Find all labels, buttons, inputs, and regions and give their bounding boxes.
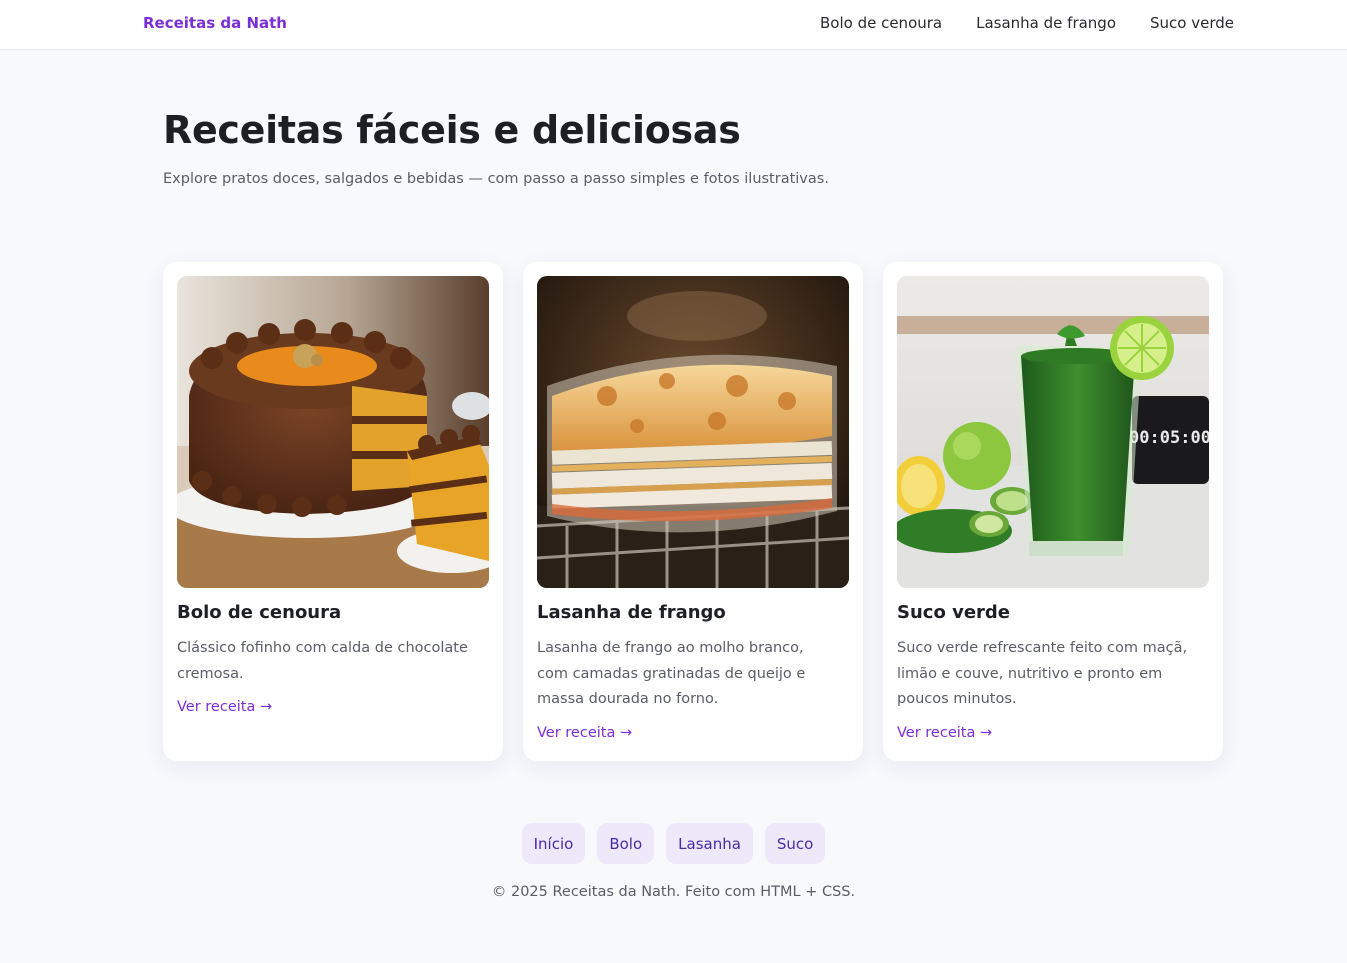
recipe-description: Lasanha de frango ao molho branco, com c… — [537, 640, 806, 707]
nav-link-lasanha[interactable]: Lasanha de frango — [976, 14, 1116, 32]
recipe-card-suco: 00:05:00 Suco verde Suco verde refrescan… — [883, 262, 1223, 761]
ver-receita-link-bolo[interactable]: Ver receita → — [177, 699, 272, 715]
ver-receita-link-suco[interactable]: Ver receita → — [897, 725, 992, 741]
footer-pill-suco[interactable]: Suco — [764, 823, 826, 864]
recipe-card-lasanha: Lasanha de frango Lasanha de frango ao m… — [523, 262, 863, 761]
recipe-description: Clássico fofinho com calda de chocolate … — [177, 640, 468, 682]
brand-logo-link[interactable]: Receitas da Nath — [143, 14, 287, 32]
footer-nav: Início Bolo Lasanha Suco — [0, 823, 1347, 864]
carrot-cake-image — [177, 276, 489, 588]
timer-display-text: 00:05:00 — [1129, 428, 1209, 448]
chicken-lasagna-photo[interactable] — [537, 276, 849, 588]
footer-pill-inicio[interactable]: Início — [521, 823, 586, 864]
green-juice-image: 00:05:00 — [897, 276, 1209, 588]
footer-pill-lasanha[interactable]: Lasanha — [666, 823, 753, 864]
carrot-cake-photo[interactable] — [177, 276, 489, 588]
ver-receita-link-lasanha[interactable]: Ver receita → — [537, 725, 632, 741]
page-subtitle: Explore pratos doces, salgados e bebidas… — [163, 171, 829, 187]
page-title: Receitas fáceis e deliciosas — [163, 108, 741, 152]
chicken-lasagna-image — [537, 276, 849, 588]
footer-pill-bolo[interactable]: Bolo — [597, 823, 655, 864]
main-nav: Bolo de cenoura Lasanha de frango Suco v… — [820, 14, 1234, 32]
recipe-description: Suco verde refrescante feito com maçã, l… — [897, 640, 1188, 707]
top-navbar: Receitas da Nath Bolo de cenoura Lasanha… — [0, 0, 1347, 50]
copyright-text: © 2025 Receitas da Nath. Feito com HTML … — [491, 884, 856, 900]
nav-link-suco[interactable]: Suco verde — [1150, 14, 1234, 32]
recipe-title: Lasanha de frango — [537, 602, 726, 623]
recipe-card-bolo: Bolo de cenoura Clássico fofinho com cal… — [163, 262, 503, 761]
green-juice-photo[interactable]: 00:05:00 — [897, 276, 1209, 588]
recipe-title: Bolo de cenoura — [177, 602, 342, 623]
nav-link-bolo[interactable]: Bolo de cenoura — [820, 14, 942, 32]
recipe-title: Suco verde — [897, 602, 1010, 623]
